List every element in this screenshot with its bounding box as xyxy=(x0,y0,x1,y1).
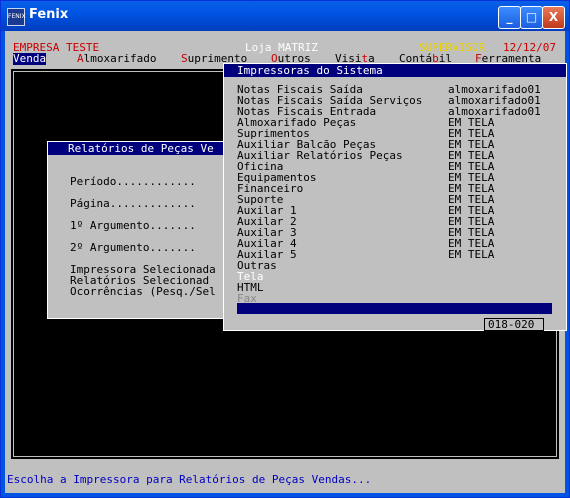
field-argumento-1[interactable]: 1º Argumento....... xyxy=(70,220,196,231)
field-periodo[interactable]: Período............ xyxy=(70,176,196,187)
printer-dialog-title: Impressoras do Sistema xyxy=(237,64,383,77)
close-button[interactable]: X xyxy=(542,6,565,29)
app-icon: FENIX xyxy=(7,8,26,26)
title-bar[interactable]: FENIX Fenix _ □ X xyxy=(1,1,569,31)
minimize-button[interactable]: _ xyxy=(498,6,521,29)
status-message: Escolha a Impressora para Relatórios de … xyxy=(7,473,372,486)
selected-row-highlight xyxy=(237,303,552,314)
field-ocorrencias[interactable]: Ocorrências (Pesq./Sel xyxy=(70,286,216,297)
printer-dialog: Impressoras do Sistema Notas Fiscais Saí… xyxy=(223,63,567,331)
printer-dialog-header: Impressoras do Sistema xyxy=(224,64,566,77)
pager-label: 018-020 xyxy=(488,318,535,331)
report-dialog-header: Relatórios de Peças Ve xyxy=(48,142,226,155)
report-dialog: Relatórios de Peças Ve Período..........… xyxy=(47,141,227,319)
printer-item-value: EM TELA xyxy=(448,248,495,261)
maximize-button[interactable]: □ xyxy=(520,6,543,29)
report-dialog-title: Relatórios de Peças Ve xyxy=(68,142,214,155)
field-pagina[interactable]: Página............. xyxy=(70,198,196,209)
printer-item-name[interactable]: Fax xyxy=(237,293,257,304)
menu-venda[interactable]: Venda xyxy=(13,53,47,65)
window-title: Fenix xyxy=(29,7,69,22)
field-argumento-2[interactable]: 2º Argumento....... xyxy=(70,242,196,253)
menu-almoxarifado[interactable]: Almoxarifado xyxy=(77,53,156,65)
pager: 018-020 xyxy=(484,318,544,331)
app-window: FENIX Fenix _ □ X EMPRESA TESTE Loja MAT… xyxy=(0,0,570,498)
terminal-client: EMPRESA TESTE Loja MATRIZ SUPERVISOR 12/… xyxy=(5,31,567,493)
status-bar: Escolha a Impressora para Relatórios de … xyxy=(5,465,565,491)
